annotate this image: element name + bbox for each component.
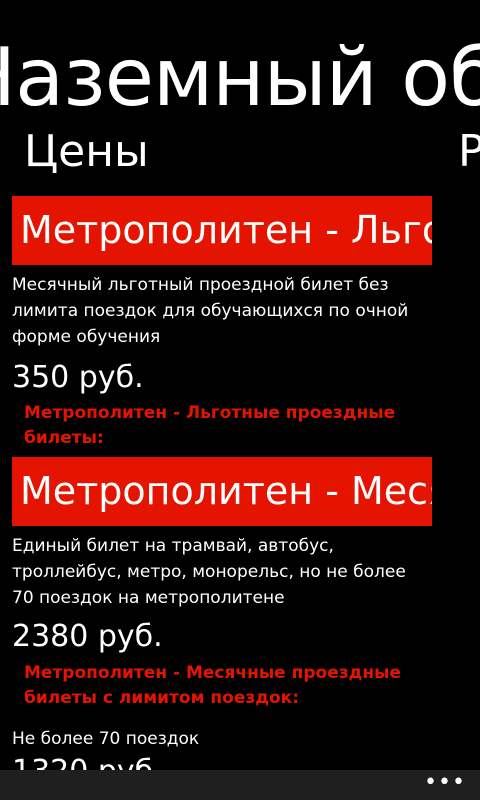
ticket-price: 350 руб. xyxy=(12,360,144,395)
ticket-description: Не более 70 поездок xyxy=(12,729,200,749)
category-header: Метрополитен - Льготные проездные билеты xyxy=(12,196,432,265)
pivot-header-next[interactable]: Р xyxy=(458,124,480,180)
panorama-title: Наземный общественный транспорт xyxy=(0,28,480,128)
ticket-group-label: Метрополитен - Месячные проездные билеты… xyxy=(24,663,402,708)
panorama-title-text: Наземный общественный транспорт xyxy=(0,31,480,124)
category-header-text: Метрополитен - Месячные проездные билеты… xyxy=(20,469,432,513)
ticket-list[interactable]: Метрополитен - Льготные проездные билеты… xyxy=(0,196,480,770)
category-header: Метрополитен - Месячные проездные билеты… xyxy=(12,457,432,526)
pivot-header-prices[interactable]: Цены xyxy=(24,124,149,180)
ticket-price: 2380 руб. xyxy=(12,619,163,654)
ticket-description: Единый билет на трамвай, автобус, тролле… xyxy=(12,536,406,608)
ticket-price: 1320 руб. xyxy=(12,752,163,770)
category-header-text: Метрополитен - Льготные проездные билеты xyxy=(20,208,432,252)
app-bar: ••• xyxy=(0,770,480,800)
ticket-group-label: Метрополитен - Льготные проездные билеты… xyxy=(24,403,396,448)
more-dots-icon[interactable]: ••• xyxy=(424,772,465,796)
ticket-description: Месячный льготный проездной билет без ли… xyxy=(12,275,409,347)
